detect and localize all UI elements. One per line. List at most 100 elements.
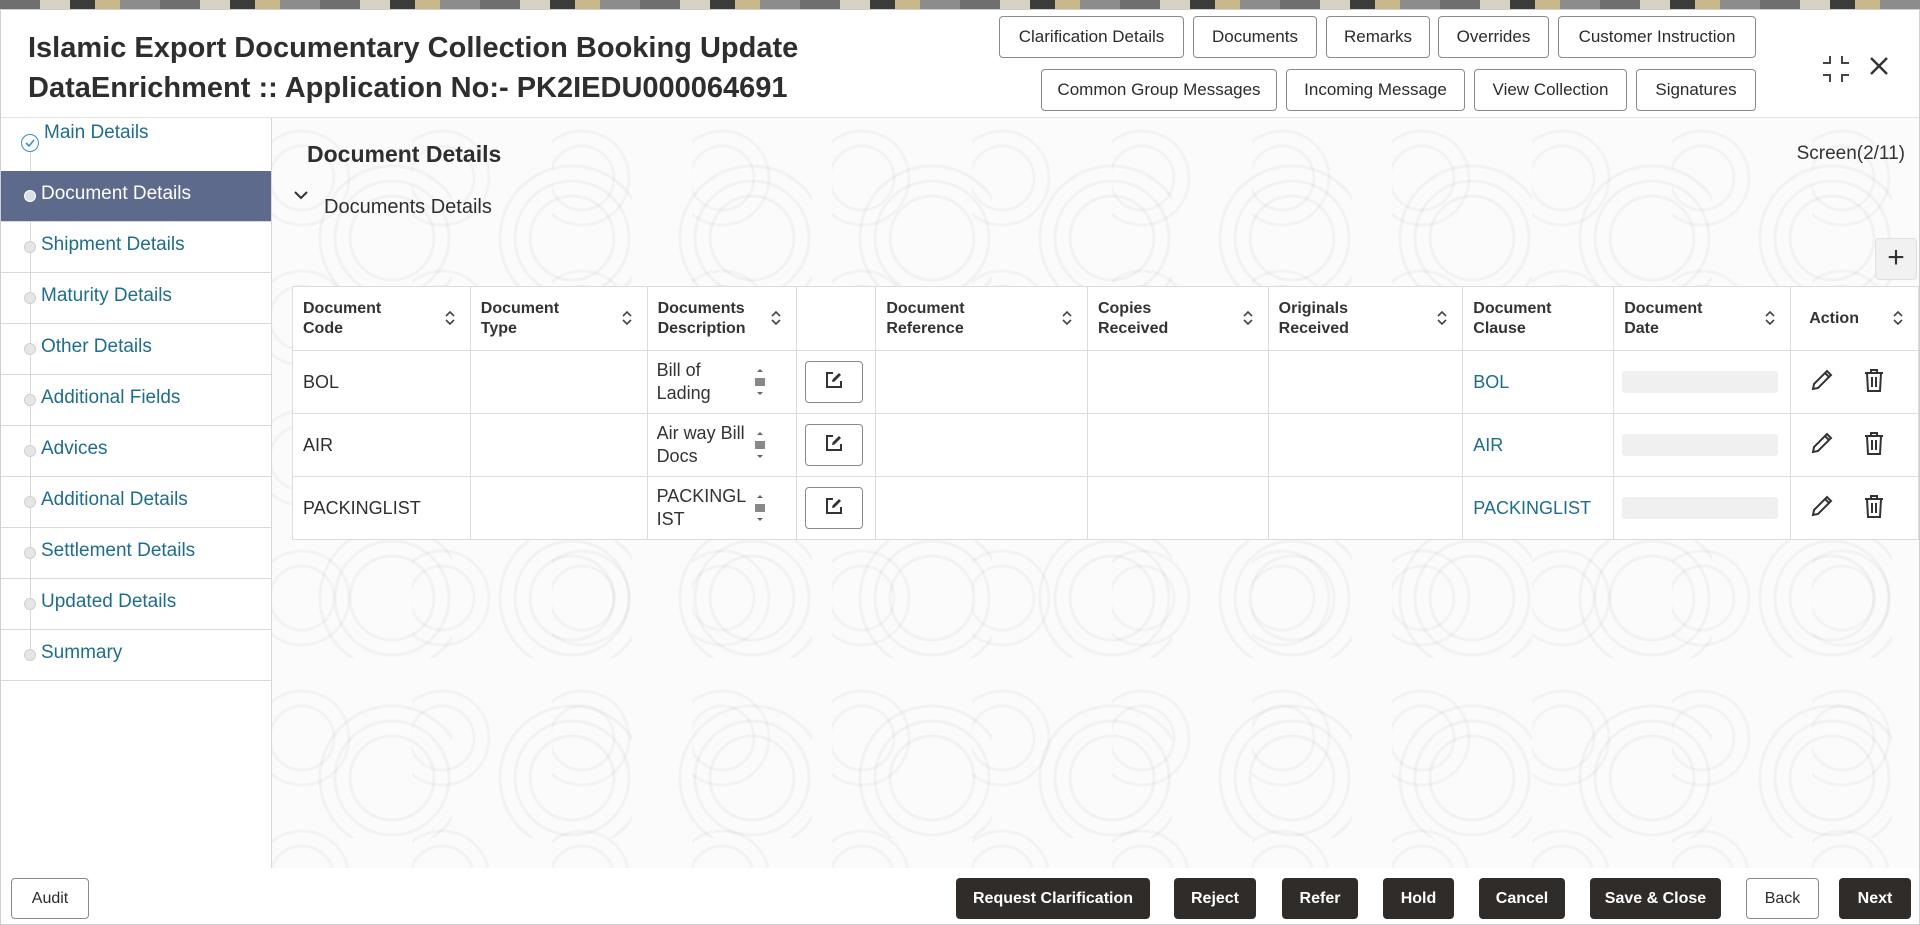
cell-edit-description — [797, 351, 876, 414]
sidebar-item-label: Additional Fields — [41, 387, 180, 409]
step-dot-icon — [24, 241, 36, 253]
cell-document-reference — [876, 351, 1088, 414]
signatures-button[interactable]: Signatures — [1636, 69, 1756, 111]
document-clause-link[interactable]: PACKINGLIST — [1473, 498, 1591, 518]
col-header-document-clause[interactable]: Document Clause — [1463, 287, 1614, 351]
title-line-1: Islamic Export Documentary Collection Bo… — [28, 28, 798, 68]
trash-icon[interactable] — [1862, 430, 1886, 461]
cell-originals-received — [1268, 414, 1463, 477]
sort-icon[interactable] — [770, 309, 782, 327]
sidebar-item-additional-details[interactable]: Additional Details — [1, 477, 271, 528]
sidebar-item-document-details[interactable]: Document Details — [1, 171, 271, 222]
document-date-field[interactable] — [1622, 497, 1778, 519]
clarification-details-button[interactable]: Clarification Details — [999, 16, 1184, 58]
cell-originals-received — [1268, 477, 1463, 540]
col-header-action[interactable]: Action — [1791, 287, 1919, 351]
reject-button[interactable]: Reject — [1174, 878, 1256, 919]
cell-edit-description — [797, 414, 876, 477]
screen-indicator: Screen(2/11) — [1797, 143, 1905, 165]
cell-document-type — [470, 477, 647, 540]
edit-square-icon — [824, 496, 844, 521]
document-date-field[interactable] — [1622, 434, 1778, 456]
common-group-messages-button[interactable]: Common Group Messages — [1041, 69, 1277, 111]
sidebar-item-settlement-details[interactable]: Settlement Details — [1, 528, 271, 579]
sidebar-item-main-details[interactable]: Main Details — [1, 118, 271, 171]
minimize-icon[interactable] — [1821, 54, 1851, 91]
sort-icon[interactable] — [1764, 309, 1776, 327]
next-button[interactable]: Next — [1839, 878, 1911, 919]
scroll-stepper-icon[interactable] — [753, 363, 767, 401]
trash-icon[interactable] — [1862, 493, 1886, 524]
cell-action — [1791, 477, 1919, 540]
scroll-stepper-icon[interactable] — [753, 426, 767, 464]
edit-description-button[interactable] — [805, 424, 863, 466]
edit-description-button[interactable] — [805, 487, 863, 529]
scroll-stepper-icon[interactable] — [753, 489, 767, 527]
col-header-document-code[interactable]: Document Code — [293, 287, 471, 351]
overrides-button[interactable]: Overrides — [1438, 16, 1549, 58]
audit-button[interactable]: Audit — [11, 878, 89, 919]
chevron-down-icon[interactable] — [294, 188, 308, 202]
sidebar-item-additional-fields[interactable]: Additional Fields — [1, 375, 271, 426]
col-header-copies-received[interactable]: Copies Received — [1087, 287, 1268, 351]
pencil-icon[interactable] — [1809, 493, 1835, 524]
cell-originals-received — [1268, 351, 1463, 414]
customer-instruction-button[interactable]: Customer Instruction — [1558, 16, 1756, 58]
cancel-button[interactable]: Cancel — [1479, 878, 1565, 919]
back-button[interactable]: Back — [1746, 878, 1819, 919]
documents-button[interactable]: Documents — [1193, 16, 1317, 58]
add-row-button[interactable]: + — [1875, 238, 1917, 280]
col-header-originals-received[interactable]: Originals Received — [1268, 287, 1463, 351]
description-text: PACKINGLIST — [657, 485, 749, 531]
trash-icon[interactable] — [1862, 367, 1886, 398]
document-clause-link[interactable]: BOL — [1473, 372, 1509, 392]
step-dot-icon — [24, 445, 36, 457]
col-header-document-type[interactable]: Document Type — [470, 287, 647, 351]
sort-icon[interactable] — [1436, 309, 1448, 327]
step-dot-icon — [24, 547, 36, 559]
close-icon[interactable] — [1867, 54, 1891, 85]
cell-document-clause: AIR — [1463, 414, 1614, 477]
col-header-documents-description[interactable]: Documents Description — [647, 287, 797, 351]
cell-document-type — [470, 351, 647, 414]
pencil-icon[interactable] — [1809, 367, 1835, 398]
col-header-document-date[interactable]: Document Date — [1614, 287, 1791, 351]
step-dot-icon — [24, 598, 36, 610]
description-text: Bill of Lading — [657, 359, 749, 405]
hold-button[interactable]: Hold — [1383, 878, 1454, 919]
sort-icon[interactable] — [444, 309, 456, 327]
check-circle-icon — [21, 134, 39, 152]
sidebar-item-shipment-details[interactable]: Shipment Details — [1, 222, 271, 273]
sidebar-item-advices[interactable]: Advices — [1, 426, 271, 477]
table-row: BOL Bill of Lading — [293, 351, 1919, 414]
plus-icon: + — [1887, 241, 1905, 274]
document-date-field[interactable] — [1622, 371, 1778, 393]
col-header-document-reference[interactable]: Document Reference — [876, 287, 1088, 351]
edit-description-button[interactable] — [805, 361, 863, 403]
sidebar-item-label: Main Details — [44, 122, 149, 144]
sidebar-item-other-details[interactable]: Other Details — [1, 324, 271, 375]
pencil-icon[interactable] — [1809, 430, 1835, 461]
sort-icon[interactable] — [621, 309, 633, 327]
sort-icon[interactable] — [1061, 309, 1073, 327]
edit-square-icon — [824, 433, 844, 458]
incoming-message-button[interactable]: Incoming Message — [1286, 69, 1465, 111]
cell-document-type — [470, 414, 647, 477]
sort-icon[interactable] — [1892, 309, 1904, 327]
documents-table: Document Code Document Type Documents De… — [292, 286, 1919, 540]
sidebar-item-summary[interactable]: Summary — [1, 630, 271, 681]
cell-document-clause: PACKINGLIST — [1463, 477, 1614, 540]
sidebar-item-label: Maturity Details — [41, 285, 172, 307]
request-clarification-button[interactable]: Request Clarification — [956, 878, 1150, 919]
refer-button[interactable]: Refer — [1282, 878, 1358, 919]
sidebar-item-label: Updated Details — [41, 591, 176, 613]
sort-icon[interactable] — [1242, 309, 1254, 327]
view-collection-button[interactable]: View Collection — [1474, 69, 1627, 111]
document-clause-link[interactable]: AIR — [1473, 435, 1503, 455]
cell-copies-received — [1087, 414, 1268, 477]
sidebar-item-label: Other Details — [41, 336, 152, 358]
sidebar-item-maturity-details[interactable]: Maturity Details — [1, 273, 271, 324]
save-close-button[interactable]: Save & Close — [1590, 878, 1721, 919]
remarks-button[interactable]: Remarks — [1326, 16, 1430, 58]
sidebar-item-updated-details[interactable]: Updated Details — [1, 579, 271, 630]
